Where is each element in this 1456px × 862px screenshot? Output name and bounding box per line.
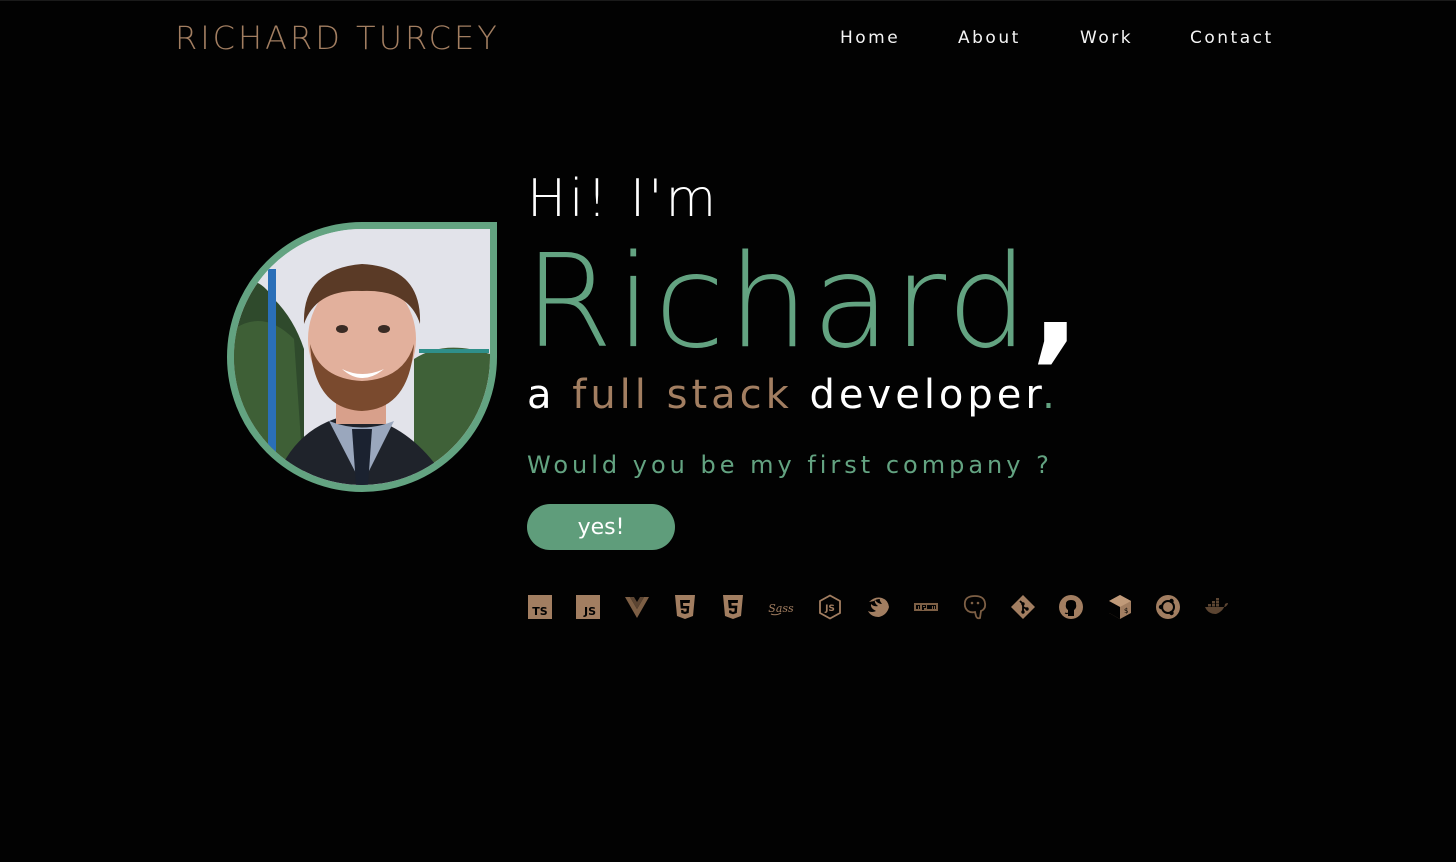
hero-name: Richard,	[524, 229, 1083, 376]
nav-work[interactable]: Work	[1080, 28, 1190, 48]
svg-text:$: $	[1124, 607, 1128, 615]
tagline-dot: .	[1042, 372, 1059, 418]
typescript-icon: TS	[527, 594, 553, 620]
npm-icon	[913, 594, 939, 620]
css3-icon	[720, 594, 746, 620]
github-icon	[1058, 594, 1084, 620]
yes-button[interactable]: yes!	[527, 504, 675, 550]
svg-text:JS: JS	[824, 604, 835, 614]
sass-icon: Sass	[768, 594, 794, 620]
hero-question: Would you be my first company ?	[527, 451, 1053, 479]
profile-photo-image	[234, 229, 490, 485]
postgresql-icon	[962, 594, 988, 620]
javascript-icon: JS	[575, 594, 601, 620]
profile-photo	[227, 222, 497, 492]
main-nav: Home About Work Contact	[840, 28, 1290, 48]
greeting: Hi! I'm	[527, 169, 720, 229]
tech-stack: TS JS Sass JS $	[527, 594, 1251, 620]
bootstrap-icon: $	[1107, 594, 1133, 620]
nodejs-icon: JS	[817, 594, 843, 620]
svg-text:Sass: Sass	[769, 602, 795, 615]
nav-about[interactable]: About	[958, 28, 1080, 48]
nestjs-icon	[865, 594, 891, 620]
hero-name-text: Richard	[524, 228, 1032, 377]
tagline-role: developer	[809, 372, 1043, 418]
hero-tagline: a full stack developer.	[527, 371, 1059, 419]
tagline-highlight: full stack	[572, 372, 793, 418]
svg-text:TS: TS	[532, 605, 548, 618]
git-icon	[1010, 594, 1036, 620]
page: RICHARD TURCEY Home About Work Contact H…	[0, 0, 1456, 862]
tagline-prefix: a	[527, 372, 556, 418]
vue-icon	[624, 594, 650, 620]
nav-home[interactable]: Home	[840, 28, 958, 48]
svg-text:JS: JS	[583, 605, 596, 618]
docker-icon	[1203, 594, 1229, 620]
hero-name-comma: ,	[1031, 228, 1083, 377]
ubuntu-icon	[1155, 594, 1181, 620]
html5-icon	[672, 594, 698, 620]
nav-contact[interactable]: Contact	[1190, 28, 1290, 48]
brand-logo[interactable]: RICHARD TURCEY	[175, 19, 500, 57]
